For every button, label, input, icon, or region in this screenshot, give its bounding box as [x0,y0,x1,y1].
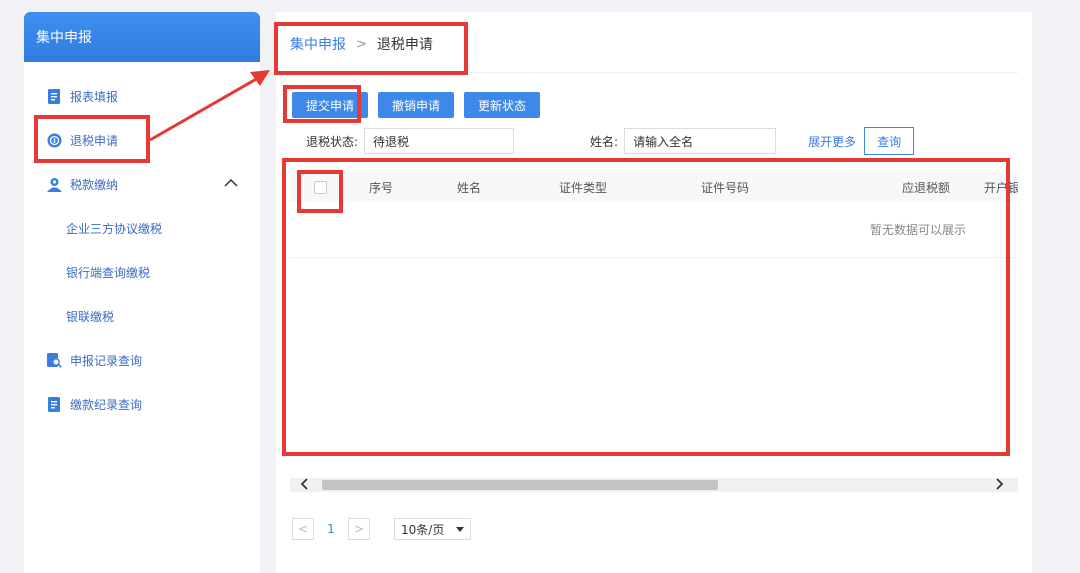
scroll-right-icon[interactable] [994,477,1004,495]
document-icon [46,88,62,104]
sidebar: 集中申报 报表填报 退税申请 税款缴纳 企业三方协议缴税 银行端查询缴税 银联缴… [24,12,260,573]
refresh-status-button[interactable]: 更新状态 [464,92,541,118]
highlight-submit-button [283,85,361,123]
sidebar-item-label: 银行端查询缴税 [66,265,151,280]
sidebar-item-label: 缴款纪录查询 [70,397,143,412]
pagination: < 1 > 10条/页 [292,518,472,540]
name-label: 姓名: [590,134,619,149]
sidebar-item-bank-query-tax[interactable]: 银行端查询缴税 [24,250,260,294]
search-record-icon [46,352,62,368]
filter-bar: 退税状态: 待退税 姓名: 请输入全名 展开更多 查询 [306,127,1006,155]
expand-more-link[interactable]: 展开更多 [808,133,856,150]
sidebar-item-unionpay-tax[interactable]: 银联缴税 [24,294,260,338]
highlight-sidebar-refund [34,115,150,163]
document-icon [46,396,62,412]
sidebar-item-label: 报表填报 [70,89,119,104]
next-page-button[interactable]: > [348,518,370,540]
sidebar-item-label: 银联缴税 [66,309,115,324]
page-size-value: 10条/页 [401,522,445,537]
page-size-select[interactable]: 10条/页 [394,518,472,540]
chevron-up-icon[interactable] [224,176,238,192]
name-input[interactable]: 请输入全名 [624,128,777,154]
sidebar-item-payment-records[interactable]: 缴款纪录查询 [24,382,260,426]
horizontal-scrollbar[interactable] [290,478,1018,492]
prev-page-button[interactable]: < [292,518,314,540]
user-icon [46,176,62,192]
revoke-apply-button[interactable]: 撤销申请 [378,92,455,118]
scroll-left-icon[interactable] [300,477,310,495]
sidebar-title: 集中申报 [24,12,260,62]
sidebar-item-report-records[interactable]: 申报记录查询 [24,338,260,382]
query-button[interactable]: 查询 [864,127,915,155]
sidebar-item-label: 税款缴纳 [70,177,119,192]
caret-down-icon [456,526,465,532]
sidebar-item-three-party-agreement[interactable]: 企业三方协议缴税 [24,206,260,250]
scrollbar-thumb[interactable] [322,480,718,490]
sidebar-item-report-fill[interactable]: 报表填报 [24,74,260,118]
sidebar-item-label: 申报记录查询 [70,353,143,368]
sidebar-item-tax-payment[interactable]: 税款缴纳 [24,162,260,206]
status-label: 退税状态: [306,134,359,149]
page-number[interactable]: 1 [324,522,338,536]
sidebar-item-label: 企业三方协议缴税 [66,221,163,236]
highlight-breadcrumb [274,22,468,75]
status-select[interactable]: 待退税 [364,128,515,154]
highlight-table [282,158,1010,456]
